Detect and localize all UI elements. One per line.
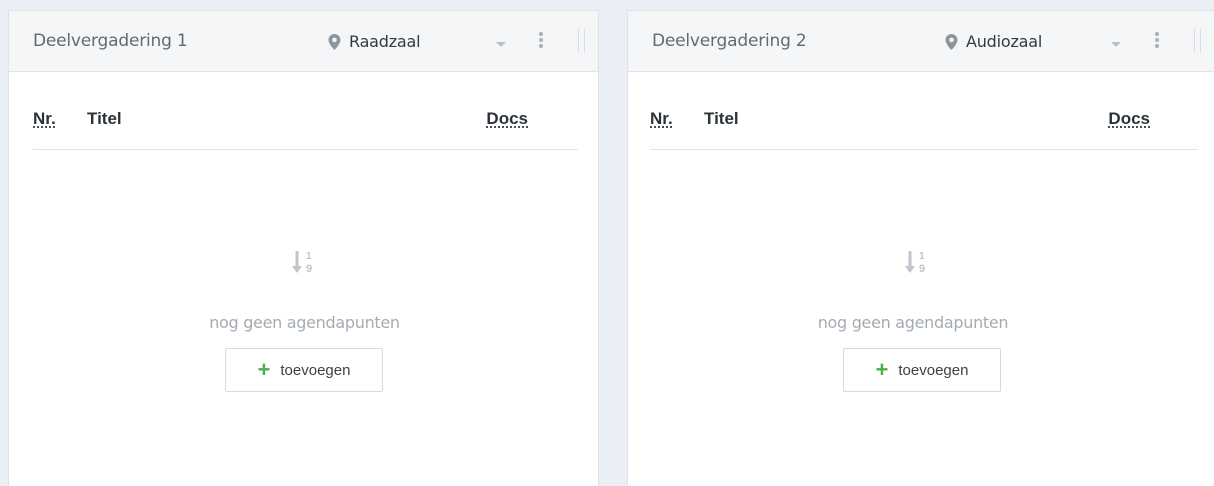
drag-handle-icon[interactable]	[1194, 29, 1201, 53]
sort-numeric-icon: 1 9	[292, 251, 312, 275]
svg-text:9: 9	[306, 263, 312, 275]
kebab-menu-icon[interactable]	[538, 32, 544, 50]
panel-title: Deelvergadering 2	[652, 31, 807, 51]
location-selector[interactable]: Raadzaal	[328, 32, 421, 51]
plus-icon: +	[257, 357, 271, 382]
subsession-panel-2: Deelvergadering 2 Audiozaal Nr. Titel Do…	[627, 10, 1214, 486]
map-pin-icon	[328, 33, 341, 50]
add-agenda-item-button[interactable]: + toevoegen	[843, 348, 1001, 392]
column-nr: Nr.	[33, 109, 56, 128]
meeting-panels-container: Deelvergadering 1 Raadzaal Nr. Titel Doc…	[0, 0, 1214, 486]
location-label: Raadzaal	[349, 32, 421, 51]
add-button-label: toevoegen	[898, 361, 969, 379]
panel-title: Deelvergadering 1	[33, 31, 188, 51]
svg-text:1: 1	[306, 251, 312, 262]
column-titel: Titel	[87, 109, 122, 128]
plus-icon: +	[875, 357, 889, 382]
location-selector[interactable]: Audiozaal	[945, 32, 1042, 51]
add-agenda-item-button[interactable]: + toevoegen	[225, 348, 383, 392]
drag-handle-icon[interactable]	[578, 29, 585, 53]
svg-text:9: 9	[919, 263, 925, 275]
location-label: Audiozaal	[966, 32, 1043, 51]
sort-numeric-icon: 1 9	[905, 251, 925, 275]
column-titel: Titel	[704, 109, 739, 128]
column-docs: Docs	[486, 109, 528, 128]
caret-down-icon[interactable]	[1111, 42, 1121, 47]
kebab-menu-icon[interactable]	[1154, 32, 1160, 50]
column-nr: Nr.	[650, 109, 673, 128]
add-button-label: toevoegen	[280, 361, 351, 379]
caret-down-icon[interactable]	[496, 42, 506, 47]
subsession-panel-1: Deelvergadering 1 Raadzaal Nr. Titel Doc…	[8, 10, 599, 486]
table-header: Nr. Titel Docs	[650, 109, 1198, 150]
svg-text:1: 1	[919, 251, 925, 262]
panel-header: Deelvergadering 2 Audiozaal	[628, 11, 1214, 72]
map-pin-icon	[945, 33, 958, 50]
panel-header: Deelvergadering 1 Raadzaal	[9, 11, 598, 72]
empty-state-text: nog geen agendapunten	[209, 313, 400, 332]
column-docs: Docs	[1108, 109, 1150, 128]
empty-state-text: nog geen agendapunten	[817, 313, 1009, 332]
table-header: Nr. Titel Docs	[33, 109, 578, 150]
